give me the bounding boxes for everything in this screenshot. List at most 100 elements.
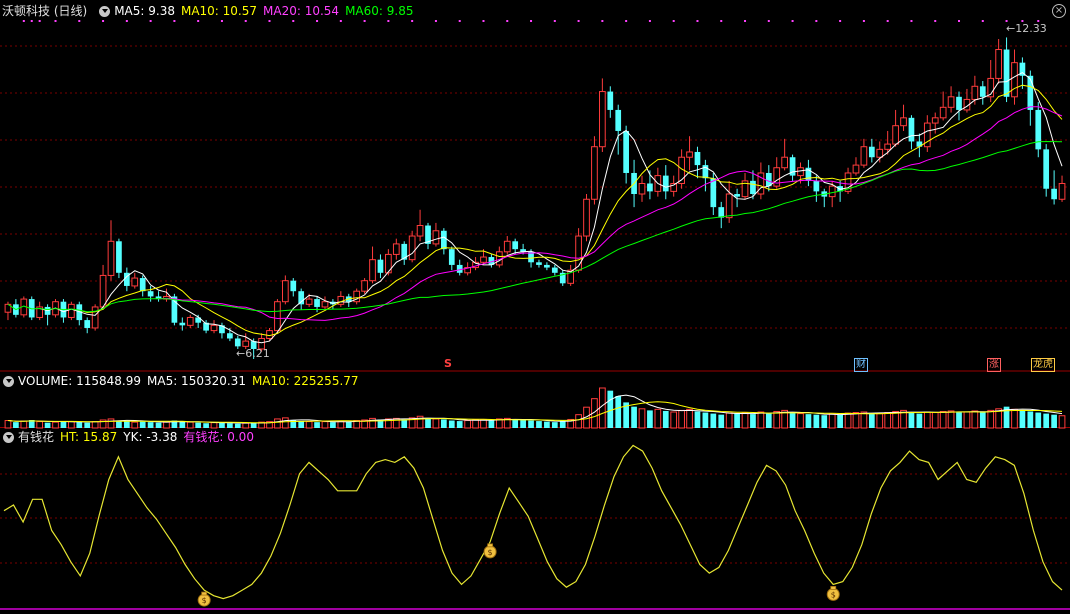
candle-body <box>1043 149 1050 189</box>
signal-dot <box>78 20 81 22</box>
candle-body <box>900 117 907 127</box>
volume-bar <box>805 414 812 428</box>
volume-bar <box>821 415 828 428</box>
volume-bar <box>203 423 209 428</box>
candle-body <box>781 156 789 169</box>
volume-bar <box>536 421 542 428</box>
volume-bar <box>710 413 717 428</box>
candle-body <box>694 151 701 166</box>
candle-body <box>647 183 653 192</box>
candle-body <box>797 167 804 177</box>
volume-bar <box>147 422 154 428</box>
signal-dot <box>815 20 818 22</box>
volume-bar <box>448 420 455 428</box>
volume-bar <box>20 420 28 429</box>
candle-body <box>1003 49 1010 97</box>
candle-body <box>607 91 614 110</box>
finance-badge[interactable]: 财 <box>854 358 868 372</box>
volume-bar <box>76 422 83 428</box>
candle-body <box>99 274 107 308</box>
low-price-label: ←6.21 <box>236 347 270 360</box>
candle-body <box>305 298 313 305</box>
signal-dot <box>173 20 176 22</box>
volume-bar <box>757 411 765 429</box>
volume-bar <box>52 421 59 429</box>
volume-bar <box>60 421 67 428</box>
volume-bar <box>401 419 408 428</box>
money-bag-icon <box>487 543 494 548</box>
candle-body <box>599 91 606 148</box>
volume-bar <box>155 422 162 428</box>
volume-bar <box>939 410 947 429</box>
candle-body <box>456 264 463 273</box>
dropdown-circle-icon[interactable] <box>99 5 111 17</box>
volume-bar <box>1043 413 1050 428</box>
volume-bar <box>107 418 115 429</box>
indicator-yk-label: YK: -3.38 <box>123 430 178 444</box>
volume-bar <box>654 408 662 429</box>
ma10-line <box>79 84 1063 337</box>
volume-bar <box>13 422 19 428</box>
volume-bar <box>464 420 471 429</box>
candle-body <box>503 240 511 253</box>
signal-dot <box>744 20 747 22</box>
signal-dot <box>672 20 675 22</box>
candle-body <box>84 320 91 328</box>
signal-dot <box>839 20 842 22</box>
money-bag-icon <box>201 591 208 596</box>
money-bag-icon <box>830 586 837 590</box>
signal-dot <box>958 20 961 22</box>
volume-bar <box>131 421 139 429</box>
close-icon[interactable]: × <box>1052 4 1066 18</box>
volume-bar <box>179 421 186 428</box>
signal-dot <box>54 20 57 22</box>
signal-dot <box>316 20 319 22</box>
candle-body <box>710 178 717 208</box>
candle-body <box>544 264 550 268</box>
candle-body <box>392 243 400 255</box>
sell-marker: S <box>444 357 452 370</box>
signal-dot <box>458 20 461 22</box>
candle-body <box>274 301 281 332</box>
volume-bar <box>789 413 796 428</box>
money-bag-symbol: $ <box>831 590 836 599</box>
signal-dot <box>577 20 580 22</box>
candle-body <box>931 117 939 124</box>
volume-bar <box>599 387 606 429</box>
volume-bar <box>686 408 693 429</box>
ma20-label: MA20: 10.54 <box>263 4 340 18</box>
volume-bar <box>1051 414 1057 428</box>
candle-body <box>242 340 250 347</box>
dropdown-circle-icon[interactable] <box>3 375 14 387</box>
signal-dot <box>220 20 223 22</box>
volume-bar <box>741 412 749 429</box>
volume-bar <box>923 411 931 429</box>
limit-up-badge[interactable]: 涨 <box>987 358 1001 372</box>
candle-body <box>1058 182 1066 200</box>
signal-dot <box>910 20 913 22</box>
signal-dot <box>292 20 295 22</box>
volume-bar <box>456 421 463 428</box>
candle-body <box>908 117 915 142</box>
main-chart-header: 沃顿科技 (日线) MA5: 9.38 MA10: 10.57 MA20: 10… <box>0 3 419 19</box>
volume-bar <box>512 419 519 428</box>
money-bag-symbol: $ <box>488 548 493 557</box>
signal-dot <box>625 20 628 22</box>
volume-bar <box>345 421 352 428</box>
candle-body <box>408 235 416 261</box>
candle-body <box>662 175 669 192</box>
signal-dot <box>363 20 366 22</box>
candle-body <box>290 280 297 292</box>
volume-bar <box>837 414 843 428</box>
volume-bar <box>963 411 971 429</box>
signal-dot <box>244 20 247 22</box>
volume-bar <box>520 420 526 428</box>
volume-bar <box>631 406 637 428</box>
candle-body <box>210 324 218 332</box>
dragon-tiger-badge[interactable]: 龙虎 <box>1031 358 1055 372</box>
candle-body <box>892 125 899 145</box>
candle-body <box>147 291 154 297</box>
dropdown-circle-icon[interactable] <box>3 431 14 443</box>
candle-body <box>971 85 979 100</box>
volume-bar <box>702 412 709 428</box>
